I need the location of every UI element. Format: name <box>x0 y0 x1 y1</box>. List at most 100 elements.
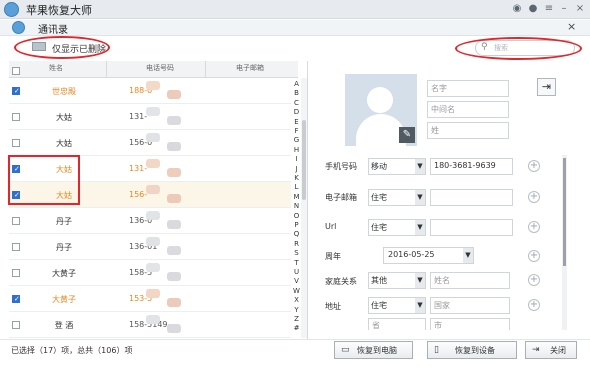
table-row[interactable]: 丹子 136-01 <box>9 234 291 260</box>
pane-divider <box>307 61 308 339</box>
row-checkbox[interactable] <box>12 87 20 95</box>
alphabet-letter[interactable]: N <box>292 202 301 210</box>
minimize-icon[interactable]: – <box>558 3 570 15</box>
alphabet-letter[interactable]: S <box>292 249 301 257</box>
select-all-checkbox[interactable] <box>12 67 20 75</box>
add-email-icon[interactable]: + <box>528 191 540 203</box>
list-scrollbar-thumb[interactable] <box>302 120 306 200</box>
anniversary-value: 2016-05-25 <box>388 250 435 259</box>
contact-name: 大姑 <box>56 113 72 122</box>
contact-name: 大黄子 <box>52 269 76 278</box>
alphabet-letter[interactable]: C <box>292 99 301 107</box>
alphabet-letter[interactable]: O <box>292 212 301 220</box>
weibo-icon[interactable]: ◉ <box>511 3 523 15</box>
city-placeholder: 市 <box>434 321 442 330</box>
alphabet-letter[interactable]: E <box>292 118 301 126</box>
chevron-down-icon[interactable]: ▼ <box>415 298 425 313</box>
alphabet-letter[interactable]: Z <box>292 315 301 323</box>
close-app-icon[interactable]: × <box>574 3 586 15</box>
restore-to-pc-button[interactable]: ▭ 恢复到电脑 <box>334 341 413 359</box>
row-checkbox[interactable] <box>12 243 20 251</box>
contact-name: 大黄子 <box>52 295 76 304</box>
export-icon[interactable]: ⇥ <box>537 78 556 96</box>
close-button[interactable]: ⇥ 关闭 <box>525 341 577 359</box>
alphabet-letter[interactable]: J <box>292 165 301 173</box>
email-field[interactable] <box>430 189 513 206</box>
chevron-down-icon[interactable]: ▼ <box>415 159 425 174</box>
url-field[interactable] <box>430 219 513 236</box>
row-checkbox[interactable] <box>12 113 20 121</box>
redacted-blur <box>167 246 181 255</box>
row-checkbox[interactable] <box>12 269 20 277</box>
highlight-box-duplicates <box>8 155 80 205</box>
chevron-down-icon[interactable]: ▼ <box>415 220 425 235</box>
chevron-down-icon[interactable]: ▼ <box>463 248 473 263</box>
city-field[interactable] <box>430 318 510 330</box>
edit-pencil-icon[interactable]: ✎ <box>399 127 415 143</box>
row-checkbox[interactable] <box>12 295 20 303</box>
add-relation-icon[interactable]: + <box>528 274 540 286</box>
chat-icon[interactable]: ● <box>527 3 539 15</box>
menu-icon[interactable]: ≡ <box>543 3 555 15</box>
add-date-icon[interactable]: + <box>528 250 540 262</box>
alphabet-letter[interactable]: G <box>292 136 301 144</box>
alphabet-letter[interactable]: Q <box>292 230 301 238</box>
row-checkbox[interactable] <box>12 217 20 225</box>
province-placeholder: 省 <box>372 321 380 330</box>
table-row[interactable]: 大姑 131- <box>9 104 291 130</box>
alphabet-letter[interactable]: Y <box>292 306 301 314</box>
add-address-icon[interactable]: + <box>528 299 540 311</box>
alphabet-letter[interactable]: B <box>292 89 301 97</box>
alphabet-letter[interactable]: K <box>292 174 301 182</box>
table-row[interactable]: 世忠殿188-0 <box>9 78 291 104</box>
alphabet-letter[interactable]: X <box>292 296 301 304</box>
alphabet-letter[interactable]: R <box>292 240 301 248</box>
alphabet-letter[interactable]: L <box>292 183 301 191</box>
table-row[interactable]: 大姑 156-0 <box>9 130 291 156</box>
table-row[interactable]: 丹子 136-0 <box>9 208 291 234</box>
column-header-phone[interactable]: 电话号码 <box>146 63 174 73</box>
table-row[interactable]: 登 酒 158-5149- <box>9 312 291 338</box>
redacted-blur <box>146 211 160 220</box>
first-name-placeholder: 名字 <box>431 84 447 93</box>
exit-icon: ⇥ <box>532 345 540 355</box>
alphabet-letter[interactable]: I <box>292 155 301 163</box>
detail-scrollbar-thumb[interactable] <box>563 158 566 266</box>
alphabet-letter[interactable]: T <box>292 259 301 267</box>
chevron-down-icon[interactable]: ▼ <box>415 190 425 205</box>
table-row[interactable]: 大黄子153-5 <box>9 286 291 312</box>
add-phone-icon[interactable]: + <box>528 160 540 172</box>
alphabet-letter[interactable]: P <box>292 221 301 229</box>
alphabet-letter[interactable]: D <box>292 108 301 116</box>
contact-name: 丹子 <box>56 217 72 226</box>
alphabet-letter[interactable]: W <box>292 287 301 295</box>
alphabet-letter[interactable]: # <box>292 324 301 332</box>
add-url-icon[interactable]: + <box>528 221 540 233</box>
restore-to-device-button[interactable]: ▯ 恢复到设备 <box>427 341 517 359</box>
row-checkbox[interactable] <box>12 139 20 147</box>
alphabet-letter[interactable]: F <box>292 127 301 135</box>
redacted-blur <box>167 142 181 151</box>
redacted-blur <box>167 116 181 125</box>
phone-value: 180-3681-9639 <box>434 161 496 170</box>
last-name-field[interactable] <box>427 122 509 139</box>
alphabet-letter[interactable]: U <box>292 268 301 276</box>
header-divider <box>205 61 206 78</box>
alphabet-letter[interactable]: V <box>292 277 301 285</box>
column-header-email[interactable]: 电子邮箱 <box>236 63 264 73</box>
redacted-blur <box>167 90 181 99</box>
alphabet-letter[interactable]: A <box>292 80 301 88</box>
computer-icon: ▭ <box>341 345 350 355</box>
country-placeholder: 国家 <box>434 301 450 310</box>
alphabet-letter[interactable]: H <box>292 146 301 154</box>
chevron-down-icon[interactable]: ▼ <box>415 273 425 288</box>
alphabet-letter[interactable]: M <box>292 193 301 201</box>
table-row[interactable]: 大黄子 158-5 <box>9 260 291 286</box>
column-header-name[interactable]: 姓名 <box>49 63 63 73</box>
redacted-blur <box>146 263 160 272</box>
relation-name-placeholder: 姓名 <box>434 276 450 285</box>
row-checkbox[interactable] <box>12 321 20 329</box>
window-close-icon[interactable]: × <box>567 20 576 33</box>
redacted-blur <box>167 168 181 177</box>
avatar-head <box>367 87 393 113</box>
